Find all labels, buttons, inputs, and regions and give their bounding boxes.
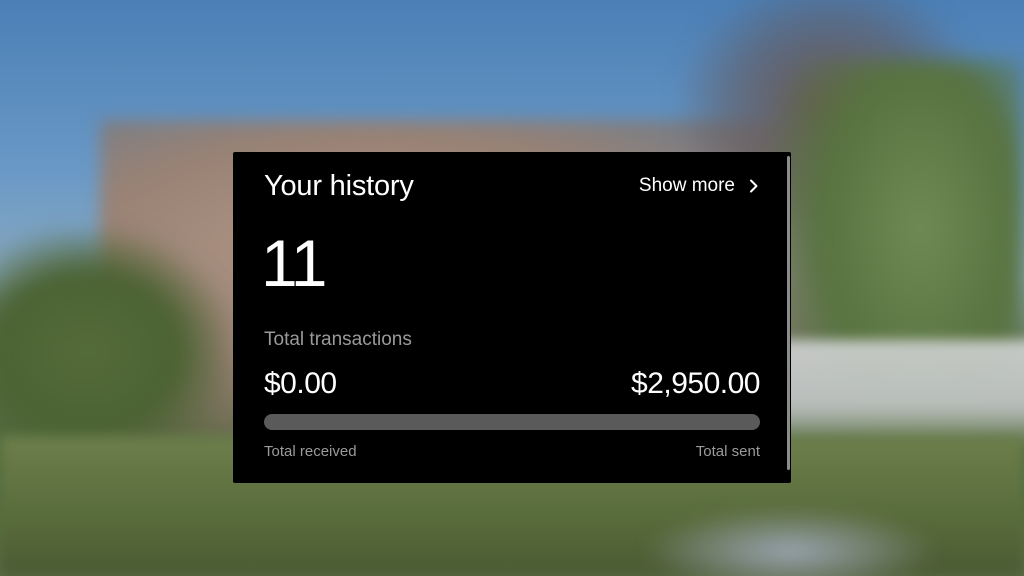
- transaction-count: 11: [261, 226, 328, 300]
- background-water-shape: [640, 506, 940, 576]
- total-sent-label: Total sent: [695, 443, 760, 460]
- total-sent-amount: $2,950.00: [631, 367, 760, 400]
- show-more-label: Show more: [638, 175, 735, 196]
- amounts-row: $0.00 $2,950.00: [264, 367, 760, 401]
- chevron-right-icon: [747, 179, 761, 193]
- total-received-label: Total received: [264, 443, 357, 460]
- history-card: Your history Show more 11 Total transact…: [233, 152, 791, 483]
- history-title: Your history: [264, 169, 414, 202]
- history-header: Your history Show more: [264, 166, 761, 206]
- background-bush-shape: [0, 230, 230, 450]
- amount-labels-row: Total received Total sent: [264, 443, 760, 460]
- total-received-amount: $0.00: [264, 367, 337, 400]
- card-scrollbar[interactable]: [787, 156, 790, 470]
- show-more-link[interactable]: Show more: [639, 175, 761, 197]
- background-fence-shape: [780, 340, 1024, 450]
- received-sent-bar: [264, 414, 760, 430]
- transaction-count-label: Total transactions: [264, 329, 412, 350]
